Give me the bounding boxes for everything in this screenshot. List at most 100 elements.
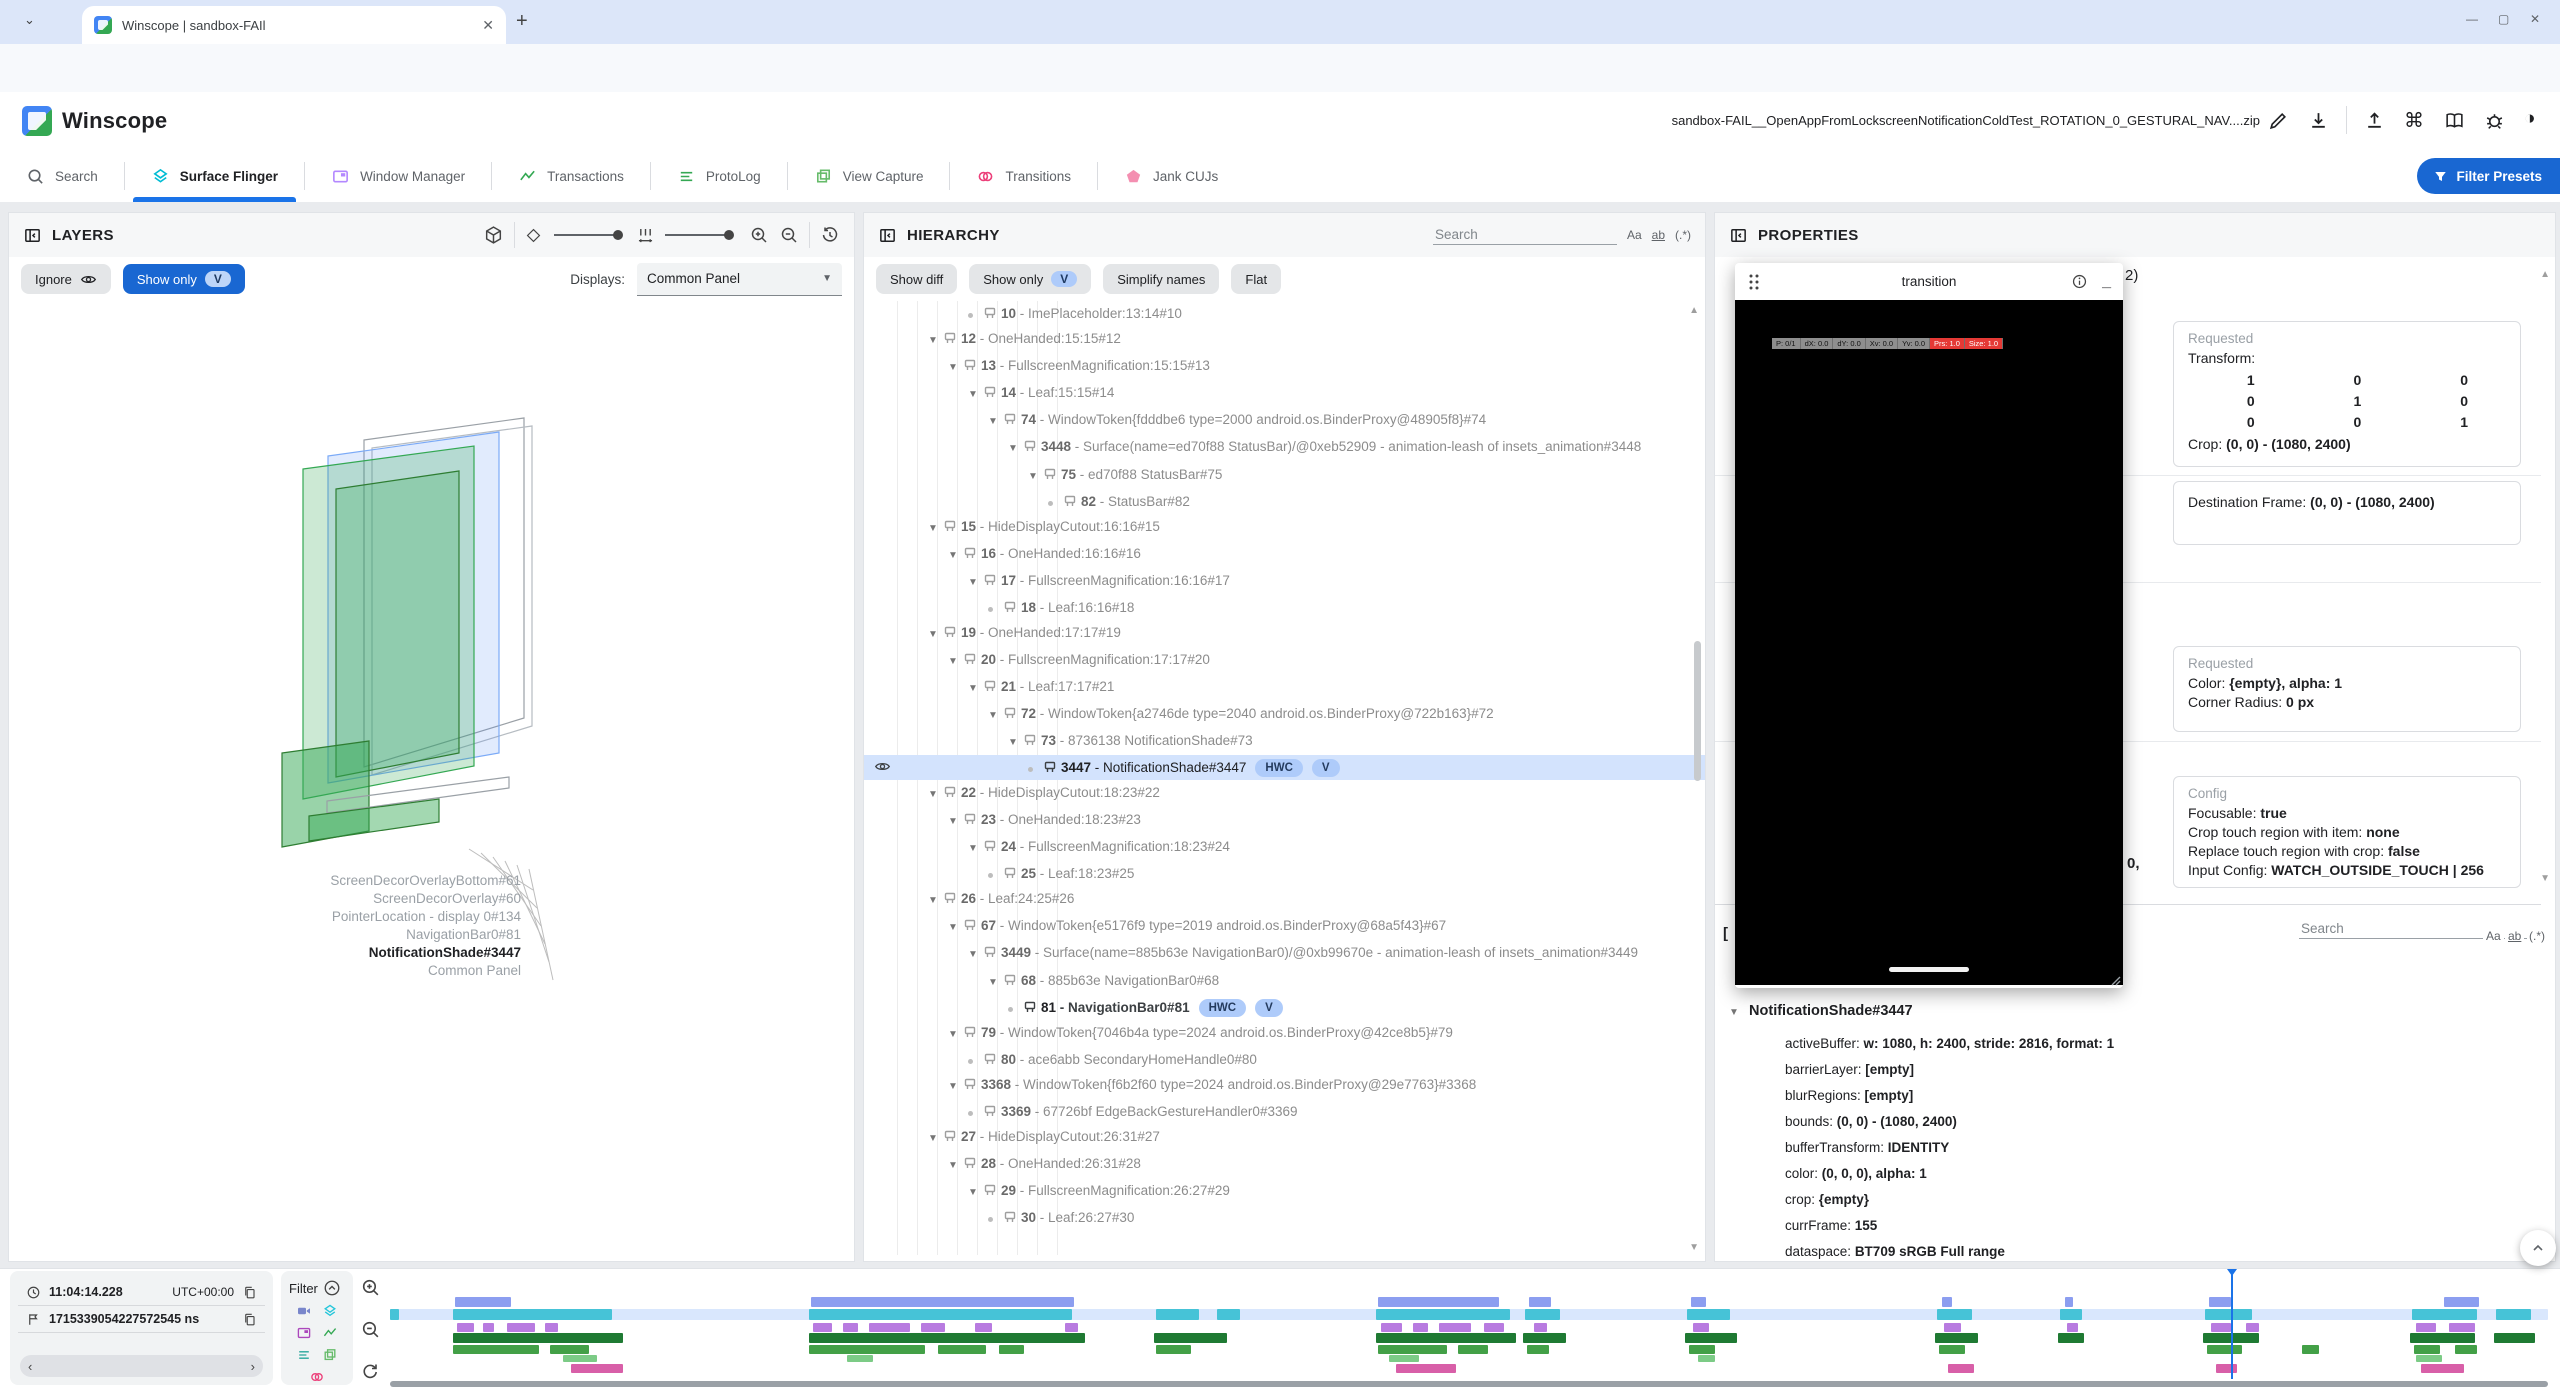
expand-arrow-icon[interactable]: ▼ — [968, 676, 984, 701]
dark-mode-toggle-icon[interactable]: ◑ — [2524, 108, 2535, 130]
trace-segment-transactions[interactable] — [1685, 1333, 1737, 1343]
zoom-in-icon[interactable] — [749, 225, 769, 245]
trace-segment-view-capture[interactable] — [1698, 1355, 1715, 1362]
expand-arrow-icon[interactable]: ▼ — [928, 1126, 944, 1151]
trace-segment-window-manager[interactable] — [457, 1323, 474, 1332]
tree-node-3447[interactable]: 3447 - NotificationShade#3447HWCV — [864, 755, 1705, 780]
regex-icon[interactable]: (.*) — [1675, 228, 1691, 242]
tree-node-82[interactable]: 82 - StatusBar#82 — [864, 489, 1705, 514]
trace-segment-transactions[interactable] — [1523, 1333, 1566, 1343]
trace-segment-transactions[interactable] — [809, 1333, 1077, 1343]
tab-transactions[interactable]: Transactions — [492, 150, 650, 202]
trace-segment-surface-flinger[interactable] — [2496, 1309, 2531, 1320]
tab-search-chevron-icon[interactable]: ⌄ — [24, 12, 35, 28]
tree-node-81[interactable]: 81 - NavigationBar0#81HWCV — [864, 995, 1705, 1020]
trace-segment-surface-flinger[interactable] — [1217, 1309, 1241, 1320]
trace-segment-protolog[interactable] — [2302, 1345, 2319, 1354]
trace-segment-protolog[interactable] — [2414, 1345, 2440, 1354]
trace-segment-window-manager[interactable] — [545, 1323, 558, 1332]
edit-file-name-icon[interactable] — [2268, 110, 2289, 131]
expand-arrow-icon[interactable]: ▼ — [948, 355, 964, 380]
trace-segment-window-manager[interactable] — [2246, 1323, 2259, 1332]
expand-arrow-icon[interactable]: ▼ — [988, 970, 1004, 995]
expand-arrow-icon[interactable]: ▼ — [928, 782, 944, 807]
filter-layers-icon[interactable] — [322, 1303, 338, 1319]
trace-segment-window-manager[interactable] — [2067, 1323, 2078, 1332]
timeline-zoom-out-icon[interactable] — [360, 1319, 381, 1340]
filter-camera-icon[interactable] — [296, 1303, 312, 1319]
spacing-slider[interactable] — [663, 228, 739, 242]
expand-arrow-icon[interactable]: ▼ — [928, 328, 944, 353]
current-property-row[interactable]: activeBuffer: w: 1080, h: 2400, stride: … — [1785, 1031, 2545, 1057]
tab-jank-cujs[interactable]: Jank CUJs — [1098, 150, 1244, 202]
whole-word-icon[interactable]: ab — [1652, 228, 1665, 242]
zoom-out-icon[interactable] — [779, 225, 799, 245]
layer-label[interactable]: ScreenDecorOverlayBottom#61 — [330, 873, 521, 888]
tree-node-27[interactable]: ▼27 - HideDisplayCutout:26:31#27 — [864, 1124, 1705, 1151]
resize-handle-icon[interactable] — [2109, 974, 2121, 986]
trace-segment-screen-recording[interactable] — [811, 1297, 1066, 1307]
rotation-slider[interactable] — [552, 228, 628, 242]
trace-segment-transitions[interactable] — [1396, 1364, 1456, 1373]
tree-node-79[interactable]: ▼79 - WindowToken{7046b4a type=2024 andr… — [864, 1020, 1705, 1047]
expand-arrow-icon[interactable]: ▼ — [968, 836, 984, 861]
trace-segment-transactions[interactable] — [1061, 1333, 1085, 1343]
trace-segment-surface-flinger[interactable] — [809, 1309, 1072, 1320]
tree-node-75[interactable]: ▼75 - ed70f88 StatusBar#75 — [864, 462, 1705, 489]
trace-segment-screen-recording[interactable] — [1063, 1297, 1074, 1307]
layer-label[interactable]: ScreenDecorOverlay#60 — [373, 891, 521, 906]
trace-segment-protolog[interactable] — [1378, 1345, 1447, 1354]
current-property-row[interactable]: bufferTransform: IDENTITY — [1785, 1135, 2545, 1161]
layers-3d-canvas[interactable]: ScreenDecorOverlayBottom#61 ScreenDecorOv… — [9, 301, 854, 1261]
trace-segment-window-manager[interactable] — [921, 1323, 945, 1332]
expand-arrow-icon[interactable]: ▼ — [1008, 438, 1024, 460]
current-property-row[interactable]: currFrame: 155 — [1785, 1213, 2545, 1239]
expand-arrow-icon[interactable]: ▼ — [948, 1153, 964, 1178]
expand-arrow-icon[interactable]: ▼ — [948, 915, 964, 940]
trace-segment-view-capture[interactable] — [1389, 1355, 1419, 1362]
filter-zigzag-icon[interactable] — [322, 1325, 338, 1341]
tree-node-24[interactable]: ▼24 - FullscreenMagnification:18:23#24 — [864, 834, 1705, 861]
tree-node-12[interactable]: ▼12 - OneHanded:15:15#12 — [864, 326, 1705, 353]
trace-segment-protolog[interactable] — [2207, 1345, 2242, 1354]
keyboard-shortcuts-icon[interactable]: ⌘ — [2404, 108, 2424, 133]
scroll-down-icon[interactable]: ▼ — [1689, 1242, 1699, 1253]
collapse-timeline-button[interactable] — [2520, 1230, 2556, 1266]
tree-node-19[interactable]: ▼19 - OneHanded:17:17#19 — [864, 620, 1705, 647]
expand-arrow-icon[interactable]: ▼ — [948, 809, 964, 834]
trace-segment-window-manager[interactable] — [1693, 1323, 1708, 1332]
tree-node-3448[interactable]: ▼3448 - Surface(name=ed70f88 StatusBar)/… — [864, 434, 1705, 462]
tree-node-16[interactable]: ▼16 - OneHanded:16:16#16 — [864, 541, 1705, 568]
filter-squares-icon[interactable] — [322, 1347, 338, 1363]
trace-segment-surface-flinger[interactable] — [2205, 1309, 2252, 1320]
whole-word-icon[interactable]: ab — [2505, 929, 2524, 943]
trace-segment-transactions[interactable] — [453, 1333, 623, 1343]
expand-arrow-icon[interactable]: ▼ — [968, 570, 984, 595]
collapse-panel-icon[interactable] — [1729, 226, 1748, 245]
show-only-v-toggle[interactable]: Show only V — [123, 264, 245, 294]
collapse-panel-icon[interactable] — [878, 226, 897, 245]
expand-arrow-icon[interactable]: ▼ — [1008, 730, 1024, 755]
tree-node-10[interactable]: 10 - ImePlaceholder:13:14#10 — [864, 301, 1705, 326]
trace-segment-window-manager[interactable] — [813, 1323, 832, 1332]
show-diff-toggle[interactable]: Show diff — [876, 264, 957, 294]
minimize-window-icon[interactable]: _ — [2102, 273, 2111, 291]
tab-window-manager[interactable]: Window Manager — [305, 150, 491, 202]
tree-node-3449[interactable]: ▼3449 - Surface(name=885b63e NavigationB… — [864, 940, 1705, 968]
match-case-icon[interactable]: Aa — [2483, 929, 2504, 943]
window-minimize-icon[interactable]: — — [2466, 12, 2478, 26]
trace-segment-window-manager[interactable] — [1484, 1323, 1503, 1332]
trace-segment-protolog[interactable] — [550, 1345, 589, 1354]
current-property-row[interactable]: blurRegions: [empty] — [1785, 1083, 2545, 1109]
trace-segment-window-manager[interactable] — [975, 1323, 992, 1332]
trace-segment-transactions[interactable] — [2494, 1333, 2535, 1343]
scroll-up-icon[interactable]: ▲ — [1689, 305, 1699, 316]
current-node-row[interactable]: ▼ NotificationShade#3447 — [1729, 1003, 1913, 1019]
timeline-zoom-in-icon[interactable] — [360, 1277, 381, 1298]
upload-traces-icon[interactable] — [2364, 110, 2385, 131]
tree-node-73[interactable]: ▼73 - 8736138 NotificationShade#73 — [864, 728, 1705, 755]
tree-node-20[interactable]: ▼20 - FullscreenMagnification:17:17#20 — [864, 647, 1705, 674]
trace-segment-window-manager[interactable] — [1439, 1323, 1471, 1332]
report-bug-icon[interactable] — [2484, 110, 2505, 131]
copy-icon[interactable] — [242, 1285, 257, 1300]
